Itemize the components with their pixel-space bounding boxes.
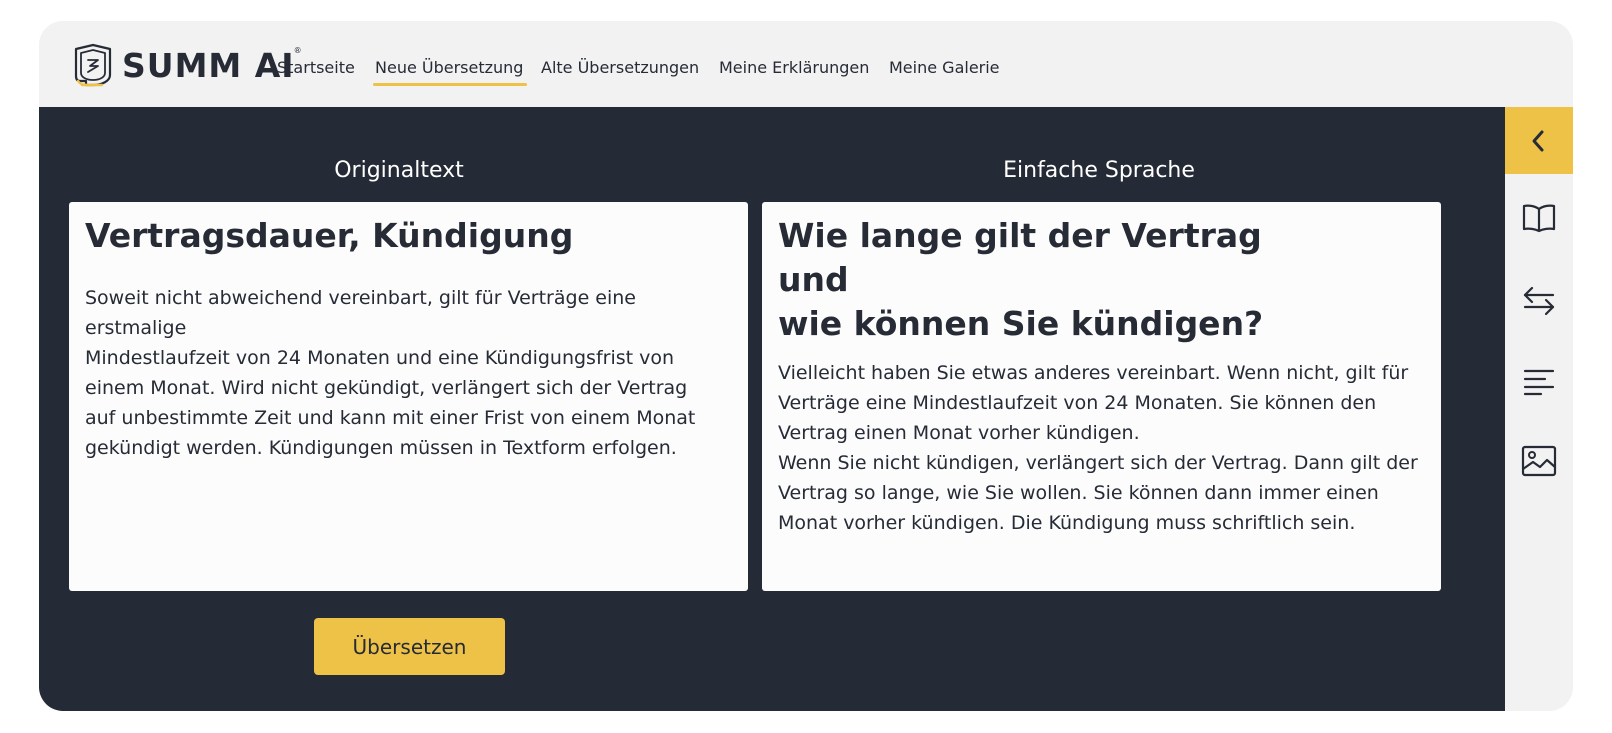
original-body: Soweit nicht abweichend vereinbart, gilt… [85,287,696,459]
nav-meine-galerie[interactable]: Meine Galerie [889,58,1000,77]
sidebar-collapse-button[interactable] [1505,107,1573,174]
nav-meine-erklaerungen[interactable]: Meine Erklärungen [719,58,869,77]
app-window: SUMM AI ® Startseite Neue Übersetzung Alt… [39,21,1573,711]
swap-arrows-icon [1523,286,1555,316]
translation-workspace: Originaltext Einfache Sprache Vertragsda… [39,107,1505,711]
compare-button[interactable] [1519,281,1559,321]
header: SUMM AI ® Startseite Neue Übersetzung Alt… [39,21,1573,107]
original-text-panel[interactable]: Vertragsdauer, Kündigung Soweit nicht ab… [69,202,748,591]
simple-text-panel[interactable]: Wie lange gilt der Vertrag und wie könne… [762,202,1441,591]
align-left-icon [1523,369,1555,396]
right-sidebar [1505,107,1573,711]
nav-neue-uebersetzung[interactable]: Neue Übersetzung [372,58,528,86]
dictionary-button[interactable] [1519,198,1559,238]
logo-text: SUMM AI ® [122,45,302,85]
registered-mark: ® [293,45,303,55]
summ-ai-logo-icon [74,43,112,87]
chevron-left-icon [1532,130,1544,151]
original-column-title: Originaltext [334,158,464,183]
logo[interactable]: SUMM AI ® [72,41,302,89]
brand-name: SUMM AI [122,45,295,85]
image-gallery-button[interactable] [1519,441,1559,481]
translate-button[interactable]: Übersetzen [314,618,505,675]
book-icon [1522,204,1556,233]
simple-heading: Wie lange gilt der Vertrag und wie könne… [778,216,1264,343]
simple-column-title: Einfache Sprache [1003,158,1195,183]
text-format-button[interactable] [1519,362,1559,402]
image-icon [1521,445,1557,477]
nav-startseite[interactable]: Startseite [277,58,355,77]
nav-alte-uebersetzungen[interactable]: Alte Übersetzungen [541,58,699,77]
simple-body: Vielleicht haben Sie etwas anderes verei… [778,362,1418,534]
original-heading: Vertragsdauer, Kündigung [85,216,574,255]
